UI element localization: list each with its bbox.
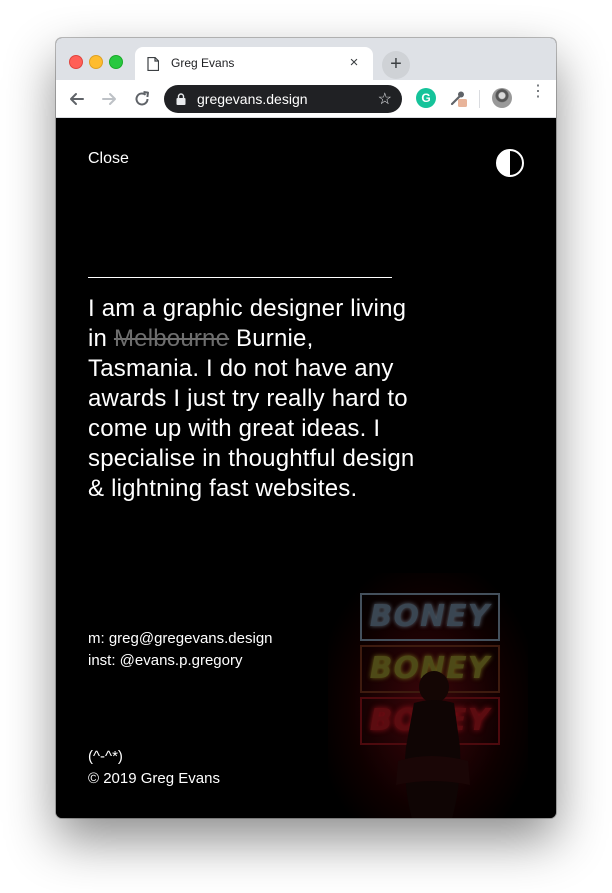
tab-close-icon[interactable]: × [345,54,363,72]
instagram-link[interactable]: inst: @evans.p.gregory [88,650,273,672]
footer-block: (^-^*) © 2019 Greg Evans [88,746,220,790]
zoom-window-button[interactable] [109,55,123,69]
forward-arrow-icon[interactable] [99,89,119,109]
bio-paragraph: I am a graphic designer living in Melbou… [88,294,418,504]
grammarly-extension-icon[interactable]: G [416,88,436,108]
close-link[interactable]: Close [88,150,129,168]
lock-icon [176,93,186,105]
new-tab-button[interactable]: + [382,51,410,79]
contact-block: m: greg@gregevans.design inst: @evans.p.… [88,628,273,672]
emoticon-text: (^-^*) [88,748,123,765]
page-content: Close I am a graphic designer living in … [56,118,556,818]
url-text[interactable]: gregevans.design [197,91,308,107]
neon-sign-top: BONEY [360,593,500,641]
contrast-toggle-icon[interactable] [496,149,524,177]
bookmark-star-icon[interactable]: ☆ [378,89,392,109]
tab-greg-evans[interactable]: Greg Evans × [135,47,373,80]
address-bar[interactable]: gregevans.design ☆ [164,85,402,113]
tab-bar: Greg Evans × + [56,38,556,80]
struck-city: Melbourne [113,325,230,352]
toolbar-divider [479,90,480,108]
minimize-window-button[interactable] [89,55,103,69]
browser-window: Greg Evans × + gregevans.design ☆ G ⋮ Cl… [56,38,556,818]
silhouette-figure [396,671,470,818]
browser-toolbar: gregevans.design ☆ G ⋮ [56,80,556,118]
email-link[interactable]: m: greg@gregevans.design [88,628,273,650]
divider-rule [88,277,392,278]
copyright-text: © 2019 Greg Evans [88,770,220,787]
chrome-menu-icon[interactable]: ⋮ [530,84,546,100]
profile-avatar[interactable] [492,88,512,108]
back-arrow-icon[interactable] [67,89,87,109]
reload-icon[interactable] [132,89,152,109]
close-window-button[interactable] [69,55,83,69]
page-icon [147,57,159,71]
eyedropper-extension-icon[interactable] [448,88,468,108]
tab-title: Greg Evans [171,56,235,70]
neon-sign-photo: BONEY BONEY BONEY [328,573,528,818]
